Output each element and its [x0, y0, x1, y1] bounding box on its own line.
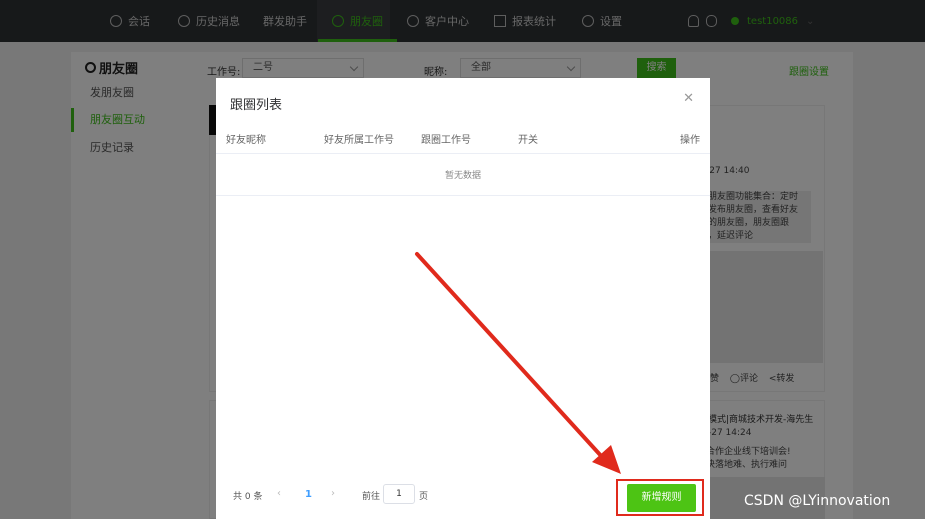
column-header-actions: 操作 [680, 135, 700, 146]
pager-next-button[interactable]: › [331, 488, 335, 499]
add-rule-button[interactable]: 新增规则 [627, 484, 696, 512]
table-bottom-divider [216, 195, 710, 196]
pager-page-1[interactable]: 1 [305, 489, 312, 500]
pager-goto-input[interactable]: 1 [383, 484, 415, 504]
column-header-friend-nickname: 好友昵称 [226, 135, 266, 146]
follow-list-modal: 跟圈列表 ✕ 好友昵称 好友所属工作号 跟圈工作号 开关 操作 暂无数据 共 0… [216, 78, 710, 519]
close-icon[interactable]: ✕ [683, 91, 694, 106]
empty-state: 暂无数据 [444, 171, 481, 181]
column-header-friend-work-account: 好友所属工作号 [324, 135, 394, 146]
pager-prev-button[interactable]: ‹ [277, 488, 281, 499]
column-header-switch: 开关 [518, 135, 538, 146]
pager-total: 共 0 条 [233, 492, 263, 502]
watermark: CSDN @LYinnovation [744, 493, 891, 509]
column-header-follow-work-account: 跟圈工作号 [421, 135, 471, 146]
modal-title: 跟圈列表 [230, 98, 283, 113]
pager-goto-label: 前往 [362, 492, 381, 502]
pager-goto-unit: 页 [419, 492, 429, 502]
table-header-divider [216, 153, 710, 154]
